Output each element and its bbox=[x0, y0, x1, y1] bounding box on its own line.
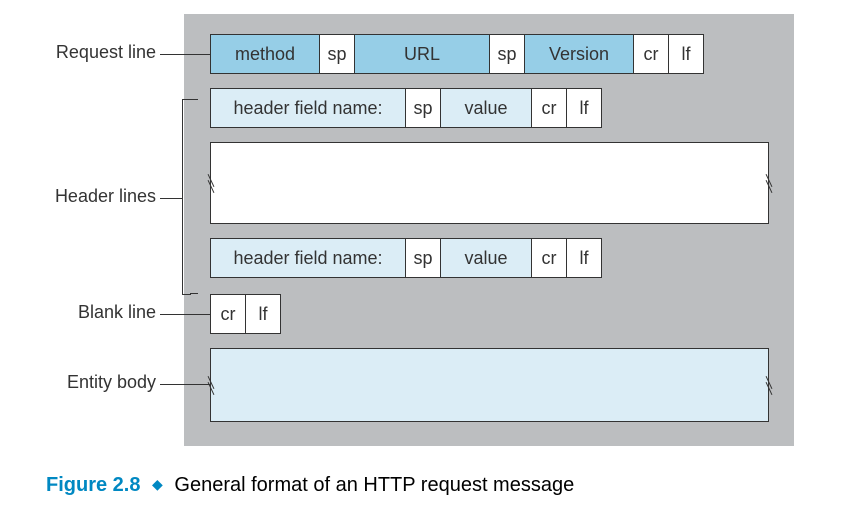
header-lines-bracket bbox=[182, 99, 191, 295]
headerN-sp: sp bbox=[405, 238, 441, 278]
blank-lf: lf bbox=[245, 294, 281, 334]
http-request-format-diagram: Request line Header lines Blank line Ent… bbox=[0, 0, 866, 526]
figure-text: General format of an HTTP request messag… bbox=[174, 474, 574, 496]
headerN-value: value bbox=[440, 238, 532, 278]
request-sp1: sp bbox=[319, 34, 355, 74]
header1-lf: lf bbox=[566, 88, 602, 128]
headerN-lf: lf bbox=[566, 238, 602, 278]
leader-entity-body bbox=[160, 384, 210, 385]
break-mark-right-gap bbox=[762, 172, 776, 196]
figure-caption: Figure 2.8 ◆ General format of an HTTP r… bbox=[46, 474, 574, 497]
request-method: method bbox=[210, 34, 320, 74]
headerN-cr: cr bbox=[531, 238, 567, 278]
label-blank-line: Blank line bbox=[46, 302, 156, 323]
entity-body bbox=[210, 348, 769, 422]
request-lf: lf bbox=[668, 34, 704, 74]
header1-sp: sp bbox=[405, 88, 441, 128]
request-sp2: sp bbox=[489, 34, 525, 74]
leader-header-lines bbox=[160, 198, 182, 199]
header-gap bbox=[210, 142, 769, 224]
break-mark-right-body bbox=[762, 374, 776, 398]
headerN-name: header field name: bbox=[210, 238, 406, 278]
header1-name: header field name: bbox=[210, 88, 406, 128]
diamond-icon: ◆ bbox=[146, 476, 169, 492]
header1-value: value bbox=[440, 88, 532, 128]
request-cr: cr bbox=[633, 34, 669, 74]
leader-blank-line bbox=[160, 314, 210, 315]
label-request-line: Request line bbox=[46, 42, 156, 63]
break-mark-left-body bbox=[204, 374, 218, 398]
header1-cr: cr bbox=[531, 88, 567, 128]
label-header-lines: Header lines bbox=[46, 186, 156, 207]
break-mark-left-gap bbox=[204, 172, 218, 196]
blank-cr: cr bbox=[210, 294, 246, 334]
request-version: Version bbox=[524, 34, 634, 74]
label-entity-body: Entity body bbox=[46, 372, 156, 393]
figure-number: Figure 2.8 bbox=[46, 474, 140, 496]
leader-request-line bbox=[160, 54, 210, 55]
request-url: URL bbox=[354, 34, 490, 74]
